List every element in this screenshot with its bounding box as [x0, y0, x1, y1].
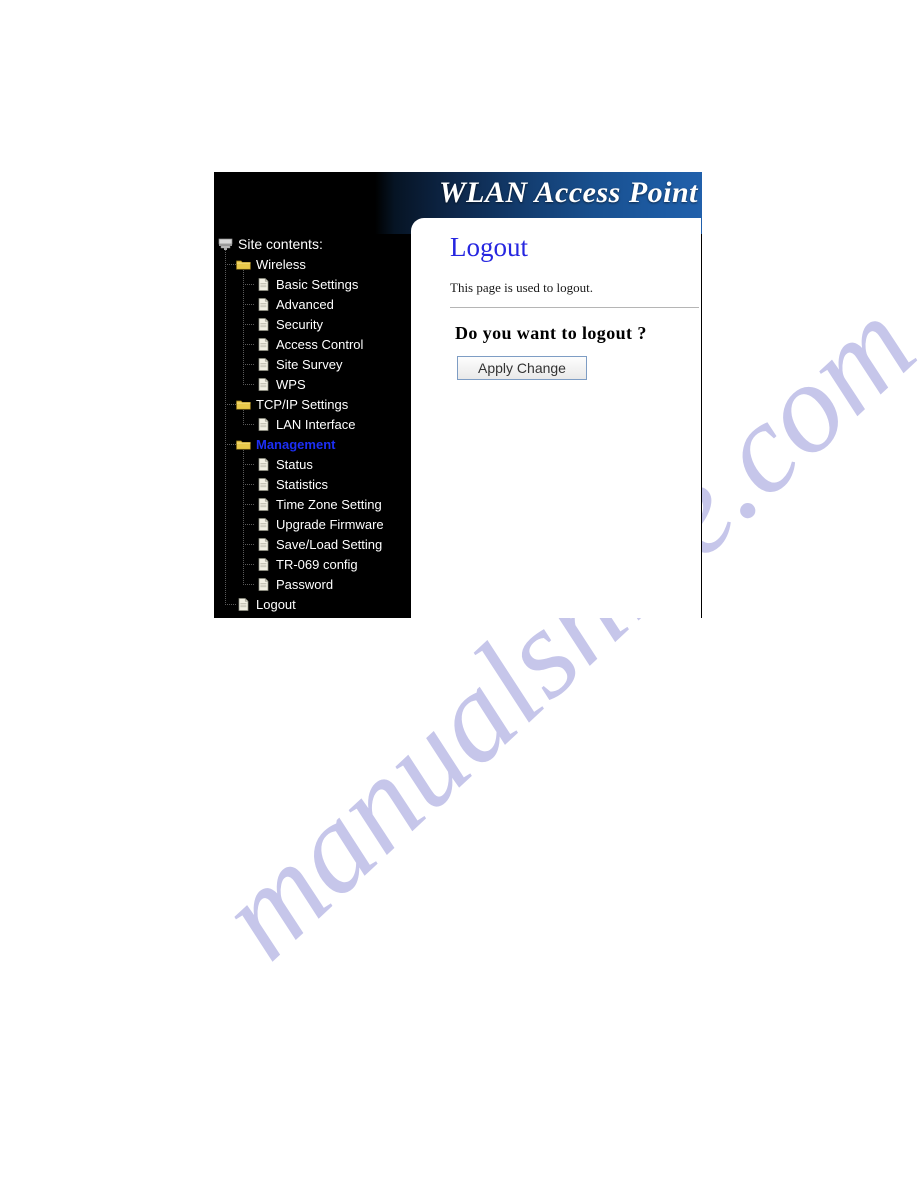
sidebar-item-lan-interface[interactable]: LAN Interface [214, 414, 410, 434]
sidebar-item-status[interactable]: Status [214, 454, 410, 474]
sidebar-item-label: TCP/IP Settings [256, 396, 349, 412]
product-title: WLAN Access Point [438, 176, 698, 209]
sidebar-item-advanced[interactable]: Advanced [214, 294, 410, 314]
sidebar-item-label: Management [256, 436, 336, 452]
sidebar-item-password[interactable]: Password [214, 574, 410, 594]
page-title: Logout [450, 232, 528, 262]
sidebar-item-label: Upgrade Firmware [276, 516, 384, 532]
sidebar-item-label: WPS [276, 376, 306, 392]
sidebar-item-tcp-ip-settings[interactable]: TCP/IP Settings [214, 394, 410, 414]
sidebar-item-label: Basic Settings [276, 276, 359, 292]
tree-root-label: Site contents: [238, 235, 323, 252]
folder-icon [236, 437, 251, 452]
sidebar-item-upgrade-firmware[interactable]: Upgrade Firmware [214, 514, 410, 534]
computer-icon [218, 237, 233, 252]
page-description: This page is used to logout. [450, 280, 593, 295]
sidebar-item-tr-069-config[interactable]: TR-069 config [214, 554, 410, 574]
sidebar-item-label: Password [276, 576, 334, 592]
page-icon [256, 357, 271, 372]
page-icon [256, 497, 271, 512]
sidebar-item-label: Logout [256, 596, 296, 612]
page-icon [256, 317, 271, 332]
sidebar-item-management[interactable]: Management [214, 434, 410, 454]
page-icon [256, 297, 271, 312]
sidebar-item-time-zone-setting[interactable]: Time Zone Setting [214, 494, 410, 514]
page-icon [256, 277, 271, 292]
folder-icon [236, 257, 251, 272]
sidebar-item-label: Security [276, 316, 323, 332]
sidebar-item-label: Save/Load Setting [276, 536, 383, 552]
sidebar-item-label: Statistics [276, 476, 329, 492]
sidebar-navigation-tree: Site contents: Wireless Basic Settings Adva… [214, 234, 410, 618]
sidebar-item-wireless[interactable]: Wireless [214, 254, 410, 274]
page-icon [256, 557, 271, 572]
sidebar-item-site-survey[interactable]: Site Survey [214, 354, 410, 374]
page-icon [256, 457, 271, 472]
content-divider [450, 307, 699, 308]
sidebar-item-label: Status [276, 456, 313, 472]
sidebar-item-label: Wireless [256, 256, 306, 272]
content-panel: Logout This page is used to logout. Do y… [411, 218, 701, 618]
page-icon [236, 597, 251, 612]
page-icon [256, 577, 271, 592]
sidebar-item-security[interactable]: Security [214, 314, 410, 334]
sidebar-item-logout[interactable]: Logout [214, 594, 410, 614]
page-icon [256, 537, 271, 552]
sidebar-item-label: TR-069 config [276, 556, 358, 572]
apply-change-button[interactable]: Apply Change [457, 356, 587, 380]
page-icon [256, 337, 271, 352]
sidebar-item-label: Time Zone Setting [276, 496, 382, 512]
sidebar-item-label: Site Survey [276, 356, 343, 372]
sidebar-item-label: LAN Interface [276, 416, 356, 432]
sidebar-item-label: Advanced [276, 296, 334, 312]
sidebar-item-save-load-setting[interactable]: Save/Load Setting [214, 534, 410, 554]
page-icon [256, 477, 271, 492]
sidebar-item-wps[interactable]: WPS [214, 374, 410, 394]
sidebar-item-access-control[interactable]: Access Control [214, 334, 410, 354]
tree-root-site-contents[interactable]: Site contents: [214, 234, 410, 254]
sidebar-item-basic-settings[interactable]: Basic Settings [214, 274, 410, 294]
folder-icon [236, 397, 251, 412]
page-icon [256, 517, 271, 532]
sidebar-item-statistics[interactable]: Statistics [214, 474, 410, 494]
page-icon [256, 377, 271, 392]
sidebar-item-label: Access Control [276, 336, 364, 352]
logout-confirm-question: Do you want to logout ? [455, 323, 647, 343]
wlan-access-point-web-ui: WLAN Access Point Site contents: Wireless… [214, 172, 702, 618]
page-icon [256, 417, 271, 432]
